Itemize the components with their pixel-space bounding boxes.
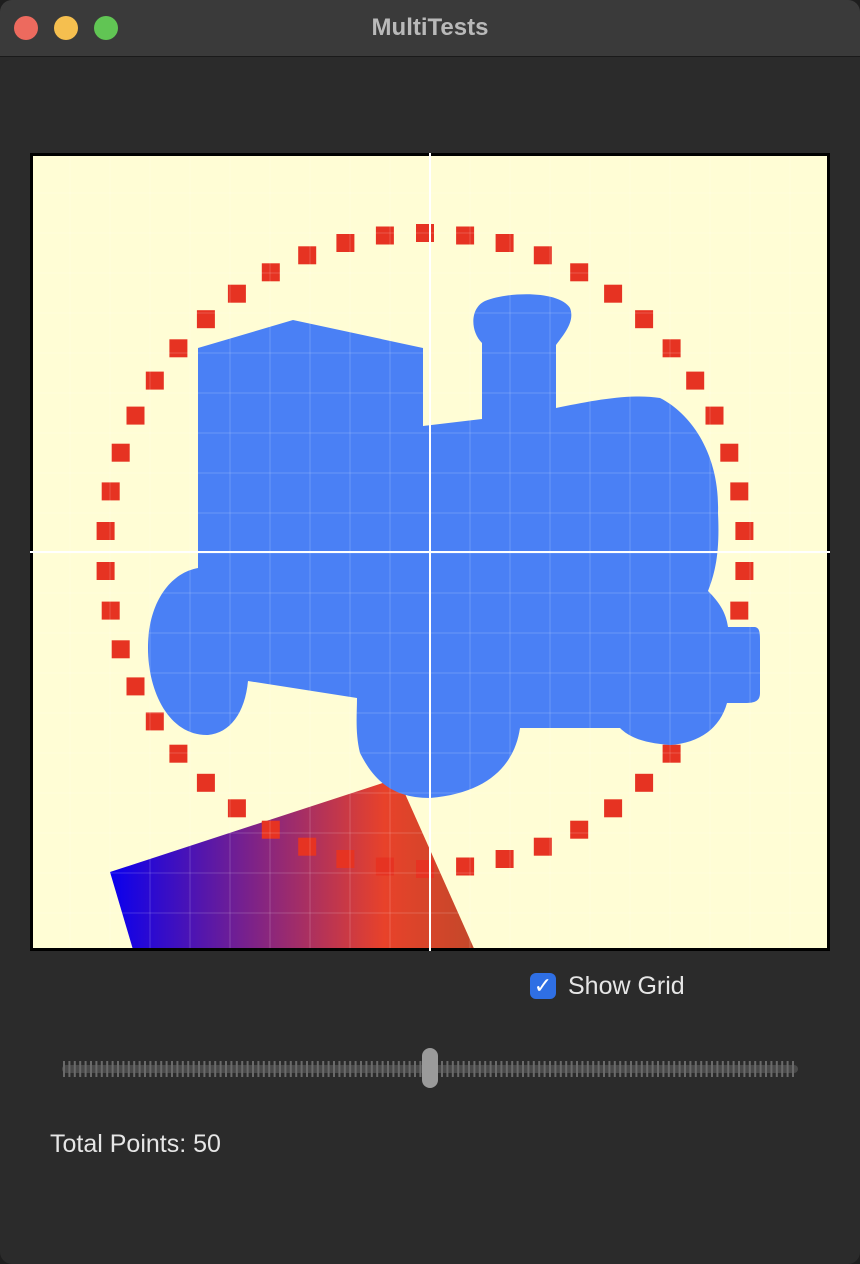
ring-dot [261,820,280,839]
ring-dot [298,837,317,856]
ring-dot [145,371,164,390]
ring-dot [705,406,724,425]
points-slider[interactable] [60,1046,800,1092]
show-grid-label: Show Grid [568,971,685,1000]
total-points-readout: Total Points: 50 [50,1130,221,1159]
ring-dot [686,371,705,390]
ring-dot [730,601,749,620]
ring-dot [336,234,355,252]
ring-dot [261,263,280,282]
ring-dot [604,284,623,303]
ring-dot [456,226,475,245]
ring-dot [169,339,188,358]
ring-dot [227,284,246,303]
ring-dot [495,850,514,868]
ring-dot [662,744,681,763]
title-bar: MultiTests [0,0,860,57]
window-title: MultiTests [371,14,489,41]
ring-dot [298,246,317,265]
ring-dot [604,799,623,818]
show-grid-checkbox[interactable]: ✓ [530,973,556,999]
total-points-value: 50 [193,1130,221,1158]
drawing-canvas[interactable] [30,153,830,951]
ring-dot [570,820,589,839]
ring-dot [96,522,115,540]
app-window: MultiTests ✓ Show Grid Total Points: 50 [0,0,860,1264]
ring-dot [101,601,120,620]
total-points-label: Total Points: [50,1130,187,1158]
ring-dot [111,443,130,462]
checkmark-icon: ✓ [533,973,553,998]
ring-dot [662,339,681,358]
ring-dot [126,677,145,696]
slider-thumb[interactable] [422,1048,438,1088]
ring-dot [101,482,120,501]
ring-dot [145,712,164,731]
ring-dot [169,744,188,763]
ring-dot [336,850,355,868]
ring-dot [196,773,215,792]
ring-dot [533,837,552,856]
ring-dot [730,482,749,501]
ring-dot [126,406,145,425]
ring-dot [735,522,754,540]
ring-dot [111,640,130,659]
ring-dot [735,562,754,580]
ring-dot [375,226,394,245]
ring-dot [635,773,654,792]
ring-dot [416,860,434,878]
ring-dot [227,799,246,818]
ring-dot [495,234,514,252]
ring-dot [96,562,115,580]
show-grid-toggle[interactable]: ✓ Show Grid [530,970,685,1002]
ring-dot [720,443,739,462]
ring-dot [533,246,552,265]
ring-dot [570,263,589,282]
